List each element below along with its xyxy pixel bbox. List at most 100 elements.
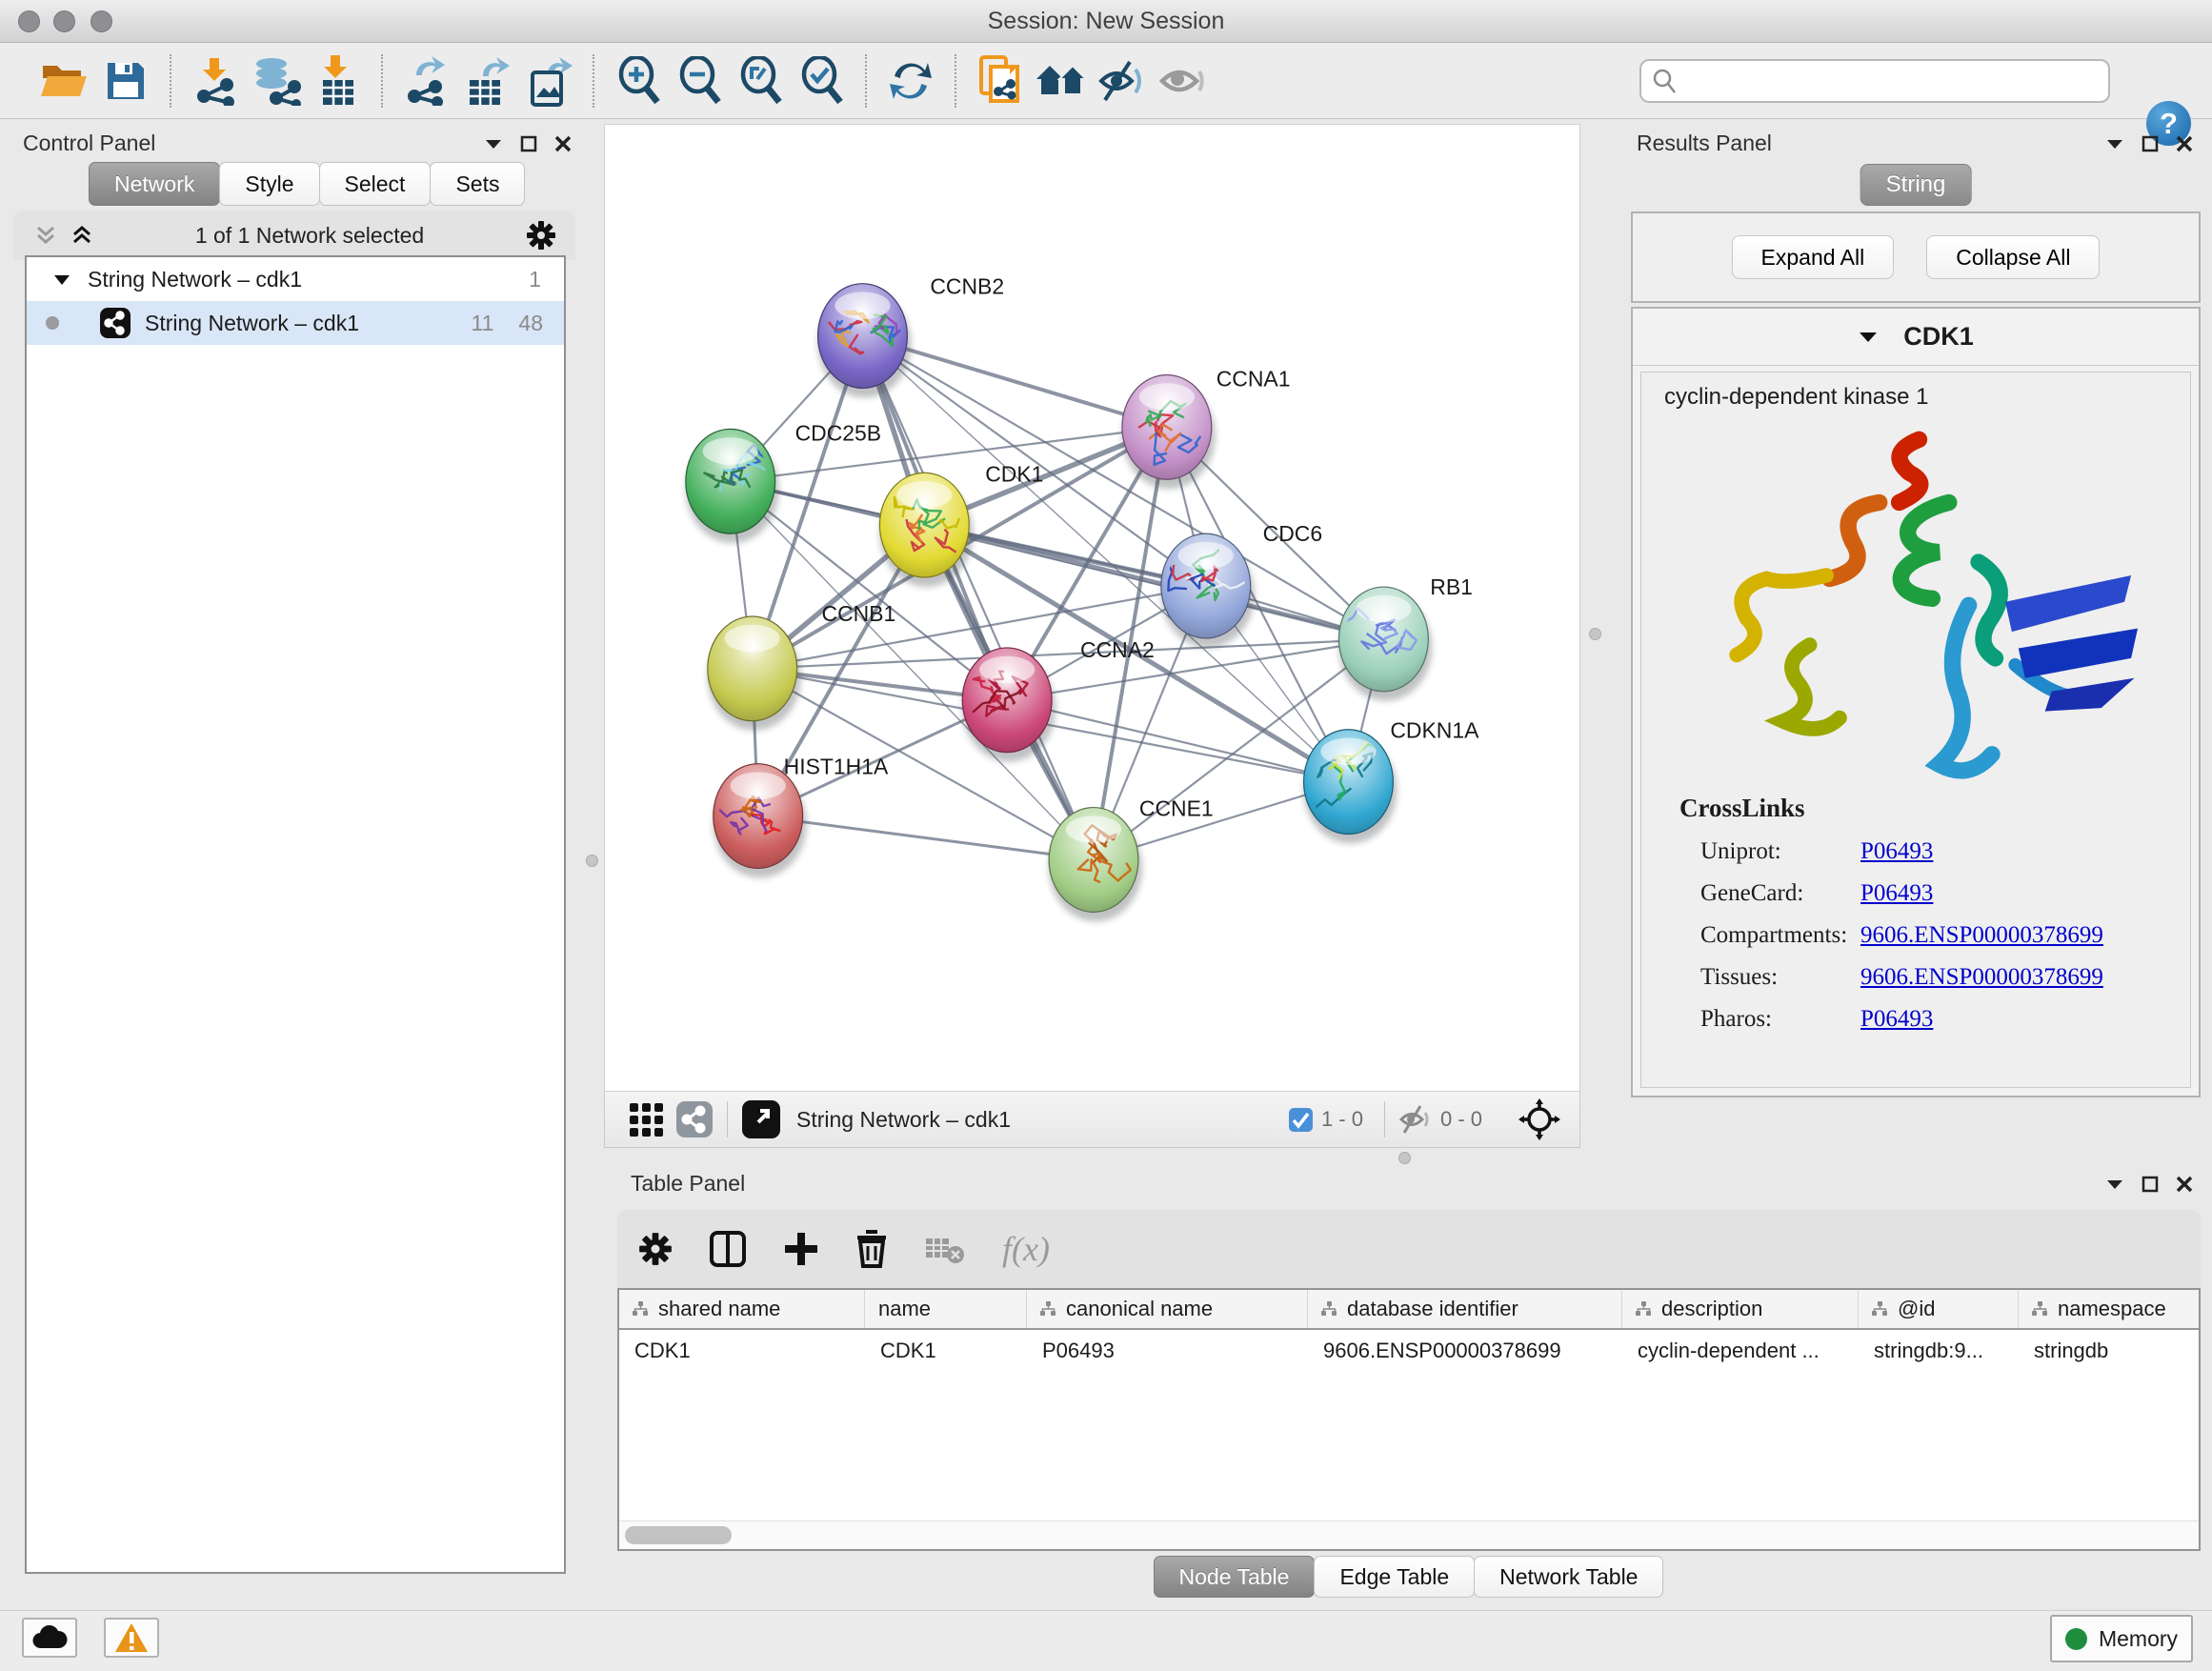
import-table-button[interactable] — [307, 50, 368, 111]
column-header--id[interactable]: @id — [1859, 1290, 2019, 1328]
tab-string[interactable]: String — [1860, 164, 1972, 206]
search-input[interactable] — [1678, 69, 2087, 93]
scrollbar-thumb[interactable] — [625, 1526, 732, 1544]
table-options-gear-icon[interactable] — [638, 1232, 673, 1266]
section-collapse-icon[interactable] — [1858, 330, 1879, 344]
import-network-from-database-button[interactable] — [246, 50, 307, 111]
hidden-eye-icon[interactable] — [1398, 1105, 1433, 1134]
tab-sets[interactable]: Sets — [430, 162, 525, 206]
column-header-shared-name[interactable]: shared name — [619, 1290, 865, 1328]
node-CDC25B[interactable]: CDC25B — [686, 420, 881, 543]
memory-button[interactable]: Memory — [2050, 1615, 2193, 1662]
network-row[interactable]: String Network – cdk1 11 48 — [27, 301, 564, 345]
cloud-services-button[interactable] — [22, 1618, 77, 1658]
edge-HIST1H1A-CCNE1[interactable] — [758, 816, 1094, 860]
save-session-button[interactable] — [95, 50, 156, 111]
node-CDC6[interactable]: CDC6 — [1161, 521, 1322, 648]
tab-style[interactable]: Style — [219, 162, 319, 206]
delete-column-icon[interactable] — [855, 1230, 888, 1268]
window-titlebar: Session: New Session — [0, 0, 2212, 43]
float-panel-icon[interactable] — [2142, 1176, 2159, 1193]
crosslink-link[interactable]: 9606.ENSP00000378699 — [1860, 964, 2103, 991]
column-header-namespace[interactable]: namespace — [2019, 1290, 2200, 1328]
crosslink-link[interactable]: P06493 — [1860, 838, 1933, 865]
zoom-fit-button[interactable] — [730, 50, 791, 111]
clone-network-button[interactable] — [970, 50, 1031, 111]
table-horizontal-scrollbar[interactable] — [619, 1520, 2199, 1549]
warnings-button[interactable] — [104, 1618, 159, 1658]
network-status-dot — [46, 316, 59, 330]
node-CCNB2[interactable]: CCNB2 — [818, 274, 1005, 398]
toolbar-separator — [1384, 1101, 1385, 1137]
close-panel-icon[interactable] — [2176, 135, 2193, 152]
crosslink-link[interactable]: P06493 — [1860, 1006, 1933, 1033]
houses-icon — [1035, 60, 1088, 102]
network-canvas[interactable]: CCNB2CCNA1CDC25BCDK1CDC6RB1CCNB1CCNA2CDK… — [604, 124, 1580, 1092]
collapse-all-button[interactable]: Collapse All — [1926, 235, 2100, 279]
export-image-button[interactable] — [518, 50, 579, 111]
control-panel: Control Panel NetworkStyleSelectSets 1 o… — [0, 119, 591, 1610]
column-header-database-identifier[interactable]: database identifier — [1308, 1290, 1622, 1328]
node-HIST1H1A[interactable]: HIST1H1A — [712, 755, 889, 878]
node-CCNA1[interactable]: CCNA1 — [1122, 366, 1291, 489]
network-view: CCNB2CCNA1CDC25BCDK1CDC6RB1CCNB1CCNA2CDK… — [604, 124, 1580, 1148]
network-collection-row[interactable]: String Network – cdk1 1 — [27, 257, 564, 301]
column-header-canonical-name[interactable]: canonical name — [1027, 1290, 1308, 1328]
tab-edge-table[interactable]: Edge Table — [1314, 1556, 1475, 1598]
left-splitter-handle[interactable] — [586, 855, 598, 867]
crosslink-link[interactable]: 9606.ENSP00000378699 — [1860, 922, 2103, 949]
collapse-panel-icon[interactable] — [2105, 1178, 2124, 1191]
float-panel-icon[interactable] — [520, 135, 537, 152]
expand-all-networks-icon[interactable] — [70, 224, 93, 247]
right-splitter-handle[interactable] — [1589, 628, 1601, 640]
show-all-button[interactable] — [1153, 50, 1214, 111]
birdseye-crosshair-icon[interactable] — [1518, 1098, 1560, 1140]
zoom-out-button[interactable] — [669, 50, 730, 111]
refresh-button[interactable] — [880, 50, 941, 111]
selected-checkbox-icon[interactable] — [1288, 1107, 1314, 1133]
network-share-icon[interactable] — [675, 1100, 714, 1138]
expand-all-button[interactable]: Expand All — [1732, 235, 1895, 279]
close-panel-icon[interactable] — [2176, 1176, 2193, 1193]
open-session-button[interactable] — [34, 50, 95, 111]
zoom-in-button[interactable] — [608, 50, 669, 111]
copy-network-icon — [977, 55, 1023, 107]
node-RB1[interactable]: RB1 — [1338, 574, 1472, 701]
zoom-out-icon — [676, 56, 722, 106]
collapse-all-networks-icon[interactable] — [34, 224, 57, 247]
node-CDKN1A[interactable]: CDKN1A — [1303, 718, 1479, 844]
float-panel-icon[interactable] — [2142, 135, 2159, 152]
table-row[interactable]: CDK1CDK1P064939606.ENSP00000378699cyclin… — [619, 1330, 2199, 1372]
column-header-description[interactable]: description — [1622, 1290, 1859, 1328]
network-options-gear-icon[interactable] — [526, 220, 556, 251]
node-CCNA2[interactable]: CCNA2 — [962, 637, 1155, 762]
crosslink-link[interactable]: P06493 — [1860, 880, 1933, 907]
edge-CCNB2-CCNE1[interactable] — [862, 336, 1094, 860]
column-label: canonical name — [1066, 1297, 1213, 1321]
collapse-panel-icon[interactable] — [484, 137, 503, 151]
node-label-CDC6: CDC6 — [1263, 521, 1322, 546]
bottom-splitter-handle[interactable] — [1398, 1152, 1411, 1164]
tab-select[interactable]: Select — [319, 162, 432, 206]
show-columns-icon[interactable] — [709, 1230, 747, 1268]
close-panel-icon[interactable] — [554, 135, 572, 152]
grid-view-icon[interactable] — [628, 1101, 664, 1137]
zoom-selected-button[interactable] — [791, 50, 852, 111]
collection-expand-icon[interactable] — [53, 273, 70, 286]
collapse-panel-icon[interactable] — [2105, 137, 2124, 151]
node-CDK1[interactable]: CDK1 — [879, 461, 1043, 587]
column-header-name[interactable]: name — [865, 1290, 1027, 1328]
add-column-icon[interactable] — [783, 1231, 819, 1267]
first-neighbors-button[interactable] — [1031, 50, 1092, 111]
tab-network[interactable]: Network — [89, 162, 220, 206]
export-network-button[interactable] — [396, 50, 457, 111]
column-label: shared name — [658, 1297, 780, 1321]
open-in-window-icon[interactable] — [741, 1099, 781, 1139]
tab-network-table[interactable]: Network Table — [1474, 1556, 1663, 1598]
import-network-file-button[interactable] — [185, 50, 246, 111]
export-table-button[interactable] — [457, 50, 518, 111]
tab-node-table[interactable]: Node Table — [1154, 1556, 1316, 1598]
selected-counts: 1 - 0 — [1321, 1107, 1363, 1132]
hide-selected-button[interactable] — [1092, 50, 1153, 111]
node-CCNE1[interactable]: CCNE1 — [1049, 796, 1214, 922]
